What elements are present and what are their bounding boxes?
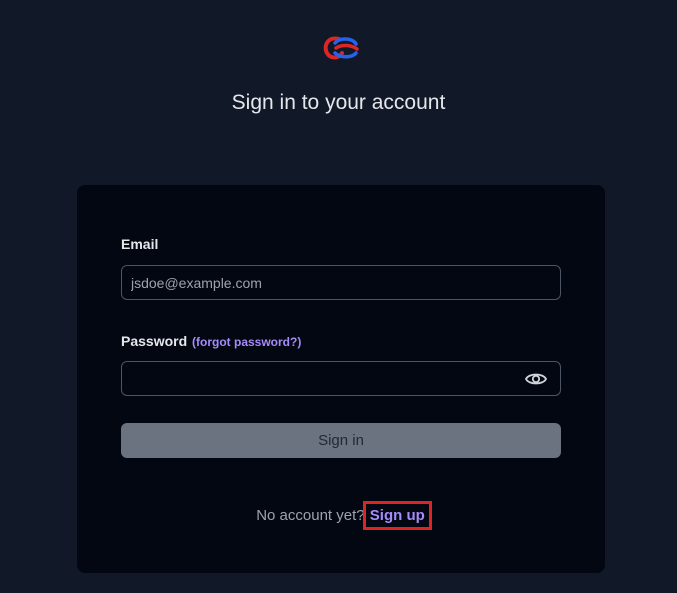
sign-up-link[interactable]: Sign up — [362, 501, 432, 530]
sign-in-card: Email Password (forgot password?) Sign i… — [77, 185, 605, 573]
password-field[interactable] — [121, 361, 561, 396]
email-field[interactable] — [121, 265, 561, 300]
sign-in-page: Sign in to your account Email Password (… — [0, 0, 677, 593]
forgot-password-link[interactable]: (forgot password?) — [192, 335, 301, 349]
eye-icon[interactable] — [525, 371, 547, 387]
email-label: Email — [121, 236, 159, 252]
password-label: Password — [121, 333, 188, 349]
sign-in-button[interactable]: Sign in — [121, 423, 561, 458]
knot-logo-icon — [323, 36, 359, 60]
page-title: Sign in to your account — [231, 91, 446, 114]
signup-prompt: No account yet? Sign up — [77, 501, 605, 530]
signup-prompt-text: No account yet? — [256, 507, 365, 524]
